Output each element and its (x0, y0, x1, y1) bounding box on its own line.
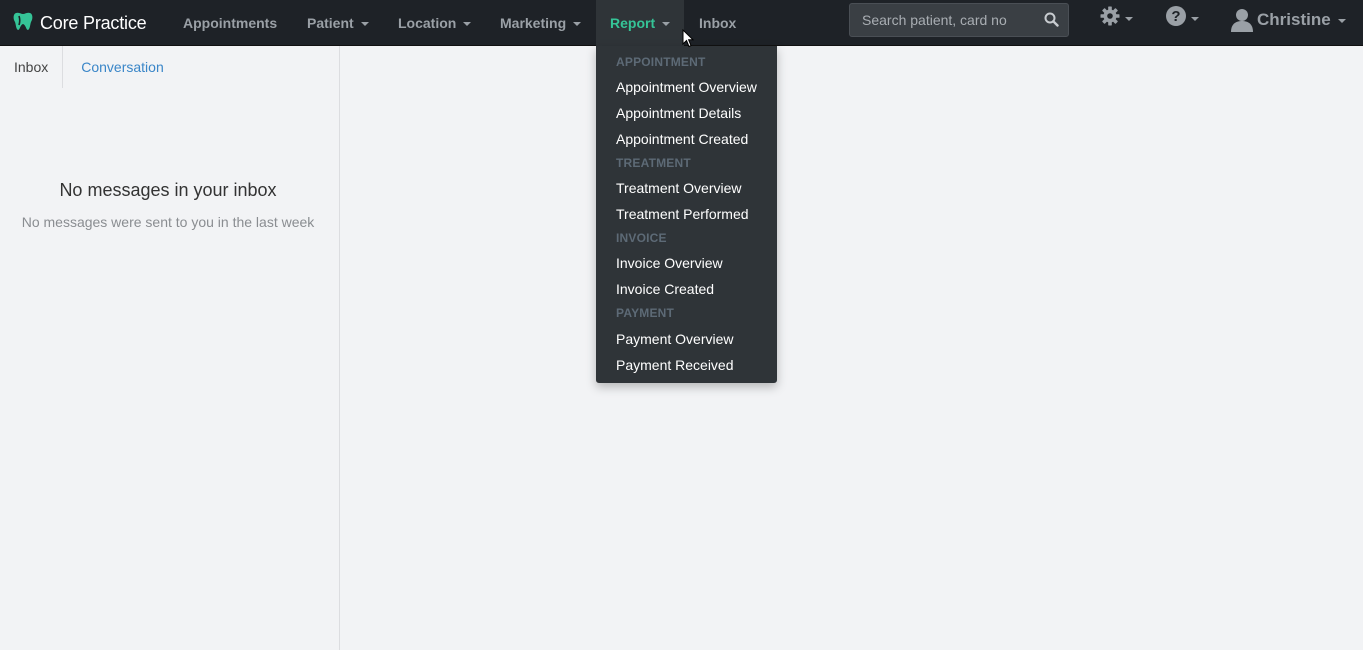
menu-item-payment-received[interactable]: Payment Received (616, 357, 734, 373)
menu-header-invoice: INVOICE (616, 231, 667, 245)
brand[interactable]: Core Practice (12, 0, 147, 46)
nav-appointments-label: Appointments (183, 15, 278, 31)
menu-header-treatment: TREATMENT (616, 156, 691, 170)
mouse-cursor-icon (682, 28, 695, 53)
inbox-sidebar: Inbox Conversation No messages in your i… (0, 46, 340, 650)
inbox-tabs: Inbox Conversation (0, 46, 182, 88)
caret-down-icon (1125, 16, 1133, 21)
gear-icon (1099, 5, 1121, 32)
empty-state-title: No messages in your inbox (59, 180, 277, 200)
menu-item-invoice-created[interactable]: Invoice Created (616, 281, 714, 297)
menu-item-appointment-overview[interactable]: Appointment Overview (616, 79, 757, 95)
tab-inbox[interactable]: Inbox (0, 46, 64, 88)
nav-patient[interactable]: Patient (307, 0, 369, 46)
caret-down-icon (662, 21, 671, 26)
menu-header-appointment: APPOINTMENT (616, 55, 706, 69)
user-name: Christine (1257, 10, 1331, 29)
nav-location[interactable]: Location (398, 0, 472, 46)
nav-inbox[interactable]: Inbox (699, 0, 736, 46)
tooth-icon (12, 10, 34, 37)
nav-report-label: Report (610, 15, 656, 31)
caret-down-icon (1337, 18, 1346, 23)
svg-text:?: ? (1171, 8, 1180, 25)
menu-item-treatment-overview[interactable]: Treatment Overview (616, 180, 742, 196)
menu-header-payment: PAYMENT (616, 306, 675, 320)
menu-item-appointment-created[interactable]: Appointment Created (616, 131, 748, 147)
menu-item-payment-overview[interactable]: Payment Overview (616, 331, 733, 347)
nav-appointments[interactable]: Appointments (183, 0, 277, 46)
search-input[interactable] (850, 4, 1040, 36)
search-icon[interactable] (1044, 12, 1059, 32)
help-menu-button[interactable]: ? (1165, 0, 1199, 36)
settings-menu-button[interactable] (1099, 0, 1133, 36)
menu-item-invoice-overview[interactable]: Invoice Overview (616, 255, 723, 271)
caret-down-icon (573, 21, 582, 26)
nav-marketing[interactable]: Marketing (500, 0, 582, 46)
menu-item-appointment-details[interactable]: Appointment Details (616, 105, 741, 121)
brand-name: Core Practice (40, 12, 147, 33)
nav-report[interactable]: Report (596, 0, 684, 46)
report-dropdown-menu: APPOINTMENT Appointment Overview Appoint… (596, 46, 777, 383)
caret-down-icon (1191, 16, 1199, 21)
empty-state-subtitle: No messages were sent to you in the last… (21, 214, 315, 230)
search-box (849, 3, 1069, 37)
tab-conversation[interactable]: Conversation (63, 46, 182, 88)
caret-down-icon (360, 21, 369, 26)
caret-down-icon (463, 21, 472, 26)
help-icon: ? (1165, 5, 1187, 32)
nav-patient-label: Patient (307, 15, 354, 31)
nav-marketing-label: Marketing (500, 15, 567, 31)
menu-item-treatment-performed[interactable]: Treatment Performed (616, 206, 749, 222)
nav-inbox-label: Inbox (699, 15, 737, 31)
user-icon (1231, 8, 1253, 32)
user-menu-button[interactable]: Christine (1231, 4, 1346, 36)
nav-location-label: Location (398, 15, 457, 31)
